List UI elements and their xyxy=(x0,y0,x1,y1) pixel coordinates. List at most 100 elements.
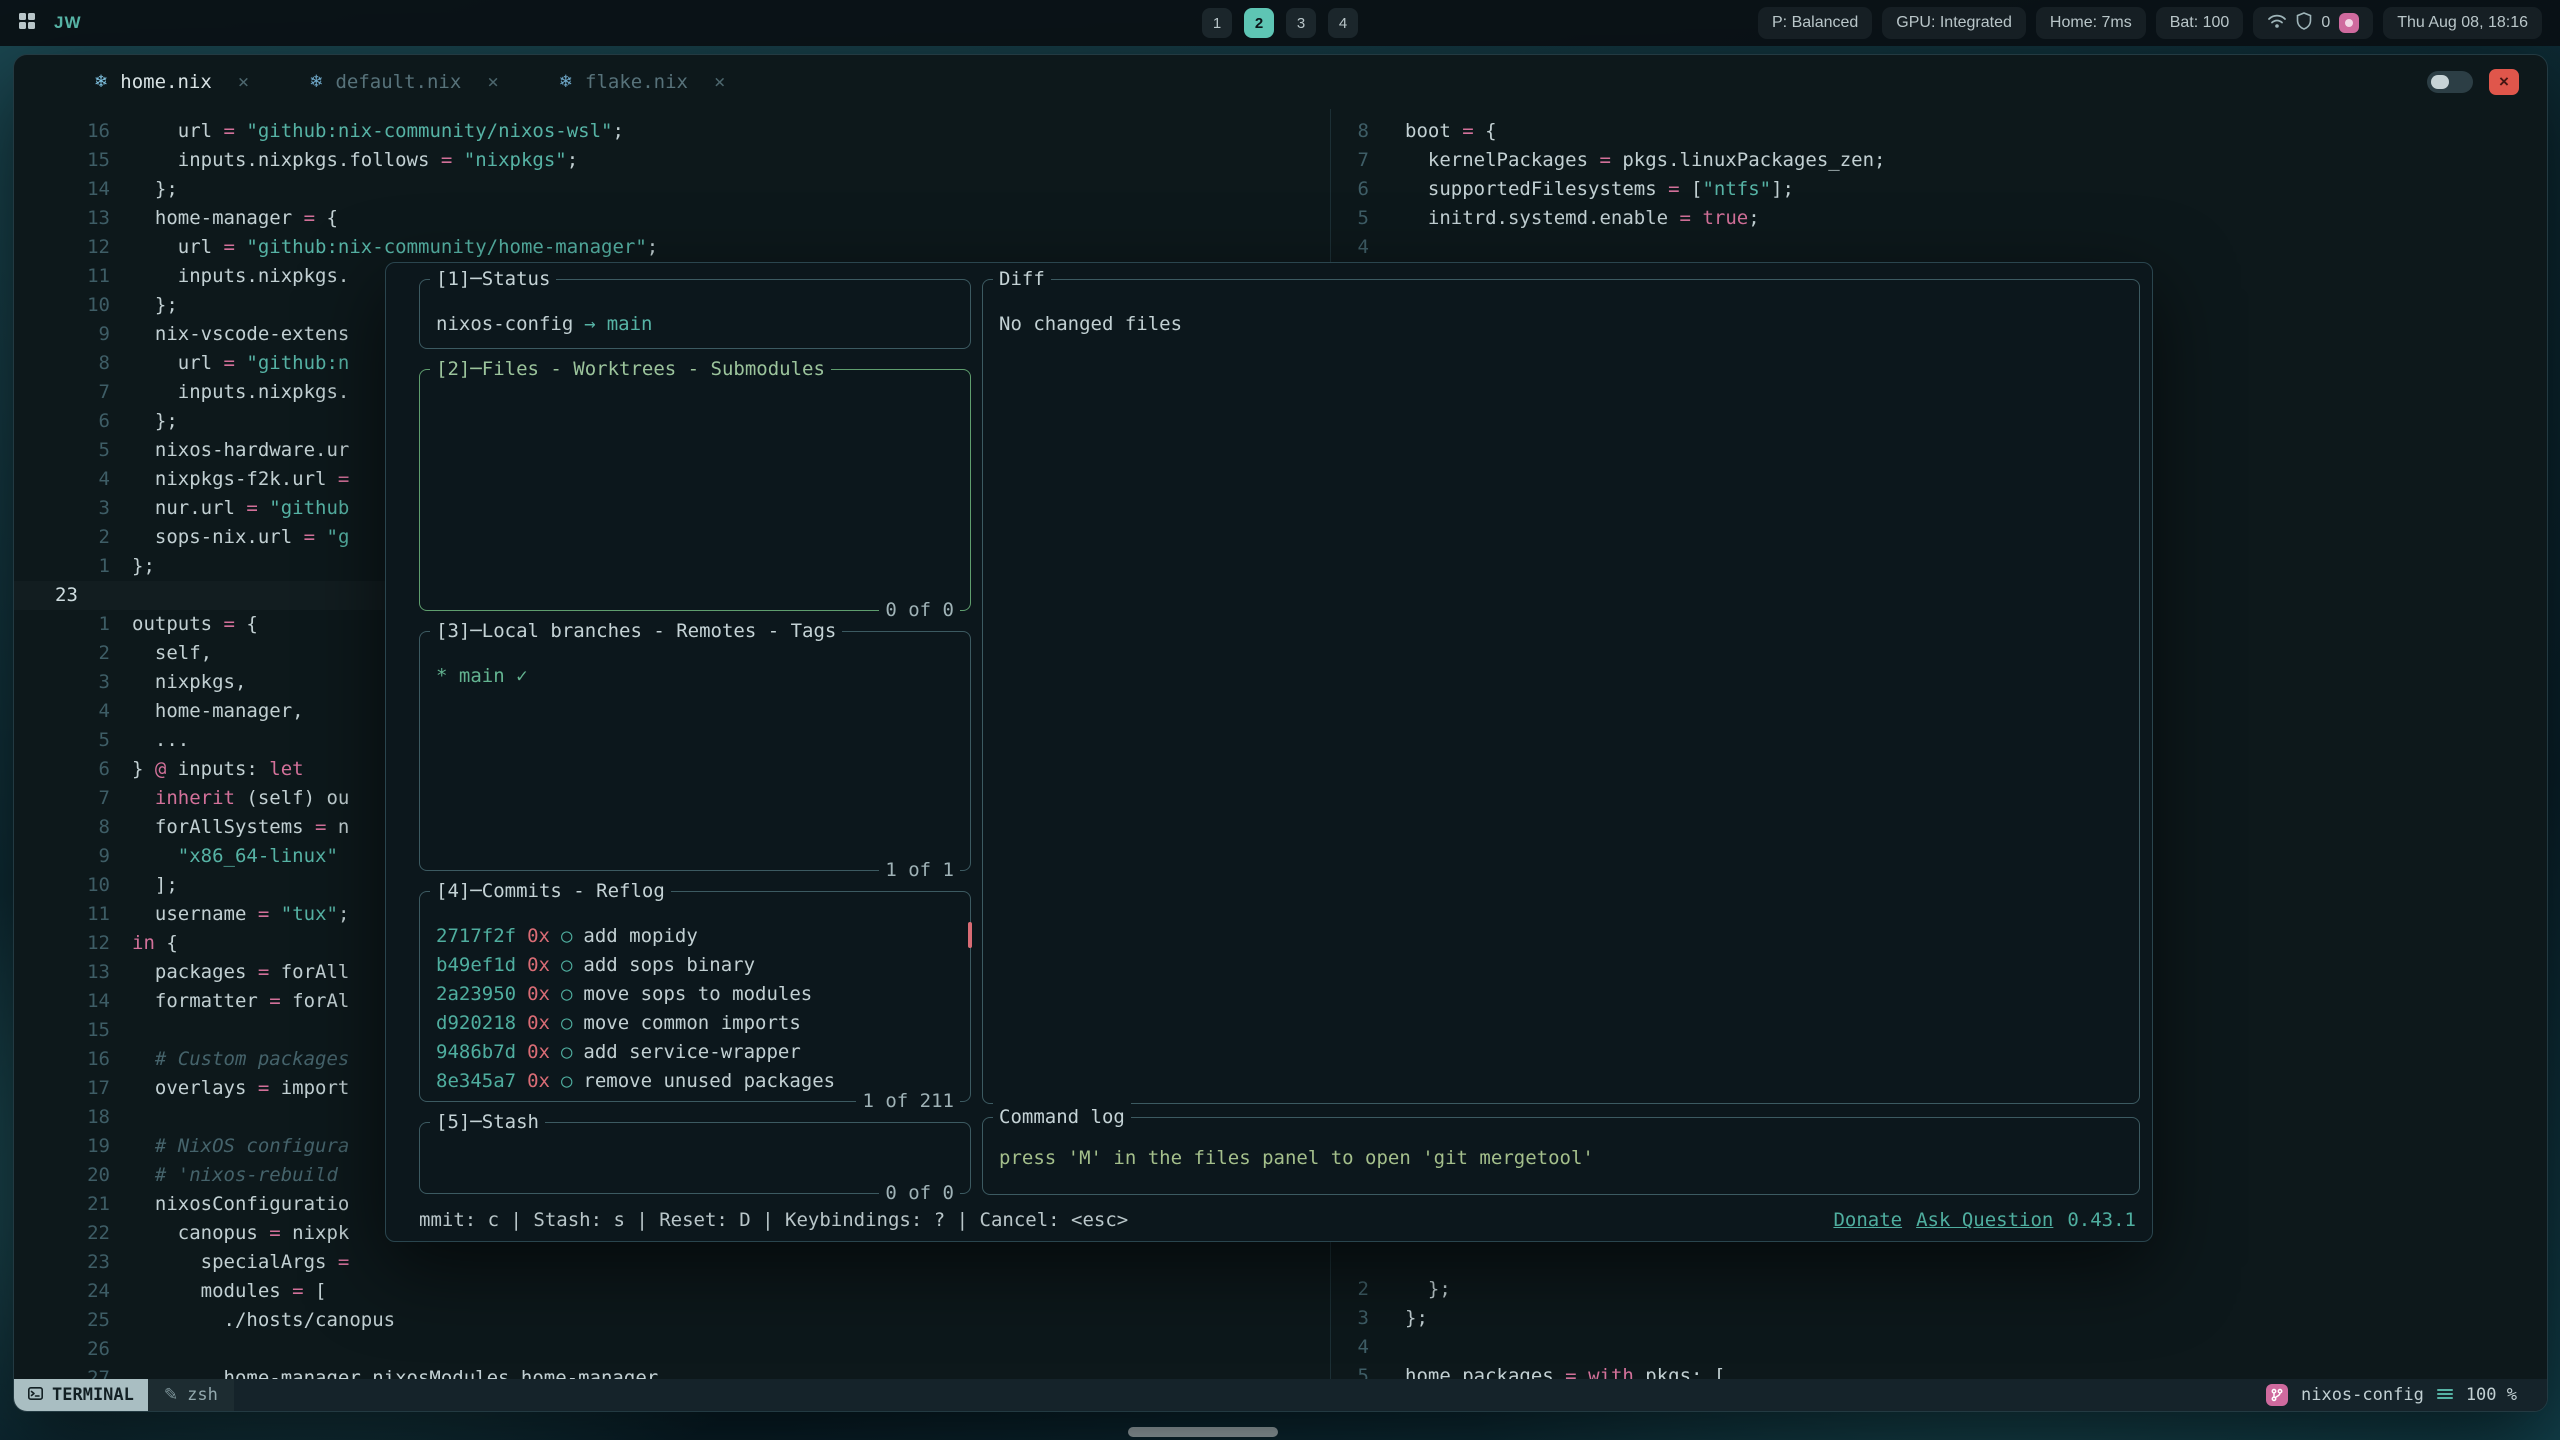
line-number: 14 xyxy=(14,175,110,204)
commit-row[interactable]: 2a23950 0x ○ move sops to modules xyxy=(420,980,970,1009)
lazygit-commits-panel[interactable]: [4]─Commits - Reflog 2717f2f 0x ○ add mo… xyxy=(419,891,971,1102)
code-text: "x86_64-linux" xyxy=(110,842,338,871)
line-number: 22 xyxy=(14,1219,110,1248)
code-text: in { xyxy=(110,929,178,958)
status-pill: Home: 7ms xyxy=(2036,7,2146,39)
app-launcher-icon[interactable] xyxy=(18,12,36,35)
line-number: 4 xyxy=(14,697,110,726)
workspace-button[interactable]: 1 xyxy=(1202,8,1232,38)
code-text: initrd.systemd.enable = true; xyxy=(1379,204,1760,233)
line-number: 12 xyxy=(14,929,110,958)
commits-scrollbar-thumb[interactable] xyxy=(968,922,972,948)
tab-close-icon[interactable]: × xyxy=(238,71,249,93)
code-text: home-manager, xyxy=(110,697,304,726)
wifi-icon[interactable] xyxy=(2267,13,2287,34)
lazygit-diff-panel[interactable]: Diff No changed files xyxy=(982,279,2140,1104)
commit-row[interactable]: 9486b7d 0x ○ add service-wrapper xyxy=(420,1038,970,1067)
tab-close-icon[interactable]: × xyxy=(714,71,725,93)
lazygit-stash-panel[interactable]: [5]─Stash 0 of 0 xyxy=(419,1122,971,1194)
code-line: 14 }; xyxy=(14,175,1330,204)
git-repo-icon xyxy=(2266,1384,2288,1406)
line-number: 7 xyxy=(1331,146,1379,175)
commit-message: move sops to modules xyxy=(583,980,812,1009)
code-line: 16 url = "github:nix-community/nixos-wsl… xyxy=(14,117,1330,146)
commit-message: remove unused packages xyxy=(583,1067,835,1096)
line-number: 20 xyxy=(14,1161,110,1190)
status-pill: GPU: Integrated xyxy=(1882,7,2026,39)
donate-link[interactable]: Donate xyxy=(1833,1206,1902,1235)
commit-hash: 2a23950 xyxy=(436,980,516,1009)
commit-row[interactable]: b49ef1d 0x ○ add sops binary xyxy=(420,951,970,980)
lazygit-status-panel[interactable]: [1]─Status nixos-config → main xyxy=(419,279,971,349)
right-pane-top: 8 boot = { 7 kernelPackages = pkgs.linux… xyxy=(1331,117,2547,262)
code-text: forAllSystems = n xyxy=(110,813,349,842)
code-text: supportedFilesystems = ["ntfs"]; xyxy=(1379,175,1794,204)
code-line: 7 kernelPackages = pkgs.linuxPackages_ze… xyxy=(1331,146,2547,175)
code-text: nixos-hardware.ur xyxy=(110,436,349,465)
line-number: 24 xyxy=(14,1277,110,1306)
code-text: kernelPackages = pkgs.linuxPackages_zen; xyxy=(1379,146,1885,175)
terminal-mode-icon xyxy=(28,1385,43,1405)
commit-row[interactable]: d920218 0x ○ move common imports xyxy=(420,1009,970,1038)
window-close-button[interactable]: × xyxy=(2489,69,2519,95)
code-line: 3 }; xyxy=(1331,1304,2547,1333)
line-number: 12 xyxy=(14,233,110,262)
line-number: 10 xyxy=(14,291,110,320)
code-text xyxy=(110,1103,132,1132)
code-text: inherit (self) ou xyxy=(110,784,349,813)
line-number: 4 xyxy=(1331,1333,1379,1362)
line-number: 3 xyxy=(14,494,110,523)
panel-count: 1 of 211 xyxy=(856,1087,960,1116)
line-number: 17 xyxy=(14,1074,110,1103)
panel-title: Command log xyxy=(993,1103,1131,1132)
code-line: 25 ./hosts/canopus xyxy=(14,1306,1330,1335)
lazygit-files-panel[interactable]: [2]─Files - Worktrees - Submodules 0 of … xyxy=(419,369,971,611)
code-text: }; xyxy=(1379,1275,1451,1304)
commit-hash: 8e345a7 xyxy=(436,1067,516,1096)
line-number: 6 xyxy=(14,407,110,436)
line-number: 9 xyxy=(14,320,110,349)
line-number: 18 xyxy=(14,1103,110,1132)
lazygit-branches-panel[interactable]: [3]─Local branches - Remotes - Tags * ma… xyxy=(419,631,971,871)
status-pill: P: Balanced xyxy=(1758,7,1872,39)
line-number: 16 xyxy=(14,1045,110,1074)
shield-icon[interactable] xyxy=(2296,12,2312,35)
lazygit-popup: [1]─Status nixos-config → main [2]─Files… xyxy=(385,262,2153,1242)
tab-close-icon[interactable]: × xyxy=(487,71,498,93)
user-badge[interactable]: JW xyxy=(54,13,82,33)
code-text: }; xyxy=(110,552,155,581)
code-line: 5 home.packages = with pkgs; [ xyxy=(1331,1362,2547,1379)
shell-icon: ✎ xyxy=(164,1385,178,1405)
commit-row[interactable]: 2717f2f 0x ○ add mopidy xyxy=(420,922,970,951)
workspace-button[interactable]: 4 xyxy=(1328,8,1358,38)
buffer-tab[interactable]: ❄ home.nix × xyxy=(94,71,249,93)
code-text: username = "tux"; xyxy=(110,900,349,929)
buffer-tab[interactable]: ❄ default.nix × xyxy=(309,71,499,93)
code-line: 15 inputs.nixpkgs.follows = "nixpkgs"; xyxy=(14,146,1330,175)
window-toggle[interactable] xyxy=(2427,71,2473,93)
line-number: 7 xyxy=(14,378,110,407)
tab-label: default.nix xyxy=(335,71,461,93)
line-number: 6 xyxy=(1331,175,1379,204)
nix-file-icon: ❄ xyxy=(94,72,108,92)
commit-graph-icon: ○ xyxy=(561,980,572,1009)
line-number: 11 xyxy=(14,900,110,929)
lazygit-command-log-panel[interactable]: Command log press 'M' in the files panel… xyxy=(982,1117,2140,1195)
palette-icon[interactable] xyxy=(2339,13,2359,33)
workspace-switcher: 1 2 3 4 xyxy=(1202,8,1358,38)
commit-message: add sops binary xyxy=(583,951,755,980)
nix-file-icon: ❄ xyxy=(559,72,573,92)
workspace-button[interactable]: 3 xyxy=(1286,8,1316,38)
panel-title: [2]─Files - Worktrees - Submodules xyxy=(430,355,831,384)
buffer-tab[interactable]: ❄ flake.nix × xyxy=(559,71,726,93)
code-text: nur.url = "github xyxy=(110,494,349,523)
scroll-progress: 100 % xyxy=(2466,1385,2517,1405)
line-number: 8 xyxy=(14,349,110,378)
ask-question-link[interactable]: Ask Question xyxy=(1916,1206,2053,1235)
status-pill-group: P: Balanced GPU: Integrated Home: 7ms Ba… xyxy=(1758,7,2243,39)
buffer-tabbar: ❄ home.nix × ❄ default.nix × ❄ flake.nix… xyxy=(14,55,2547,109)
code-line: 5 initrd.systemd.enable = true; xyxy=(1331,204,2547,233)
code-line: 6 supportedFilesystems = ["ntfs"]; xyxy=(1331,175,2547,204)
commit-list: 2717f2f 0x ○ add mopidy b49ef1d 0x ○ add… xyxy=(420,892,970,1096)
workspace-button[interactable]: 2 xyxy=(1244,8,1274,38)
